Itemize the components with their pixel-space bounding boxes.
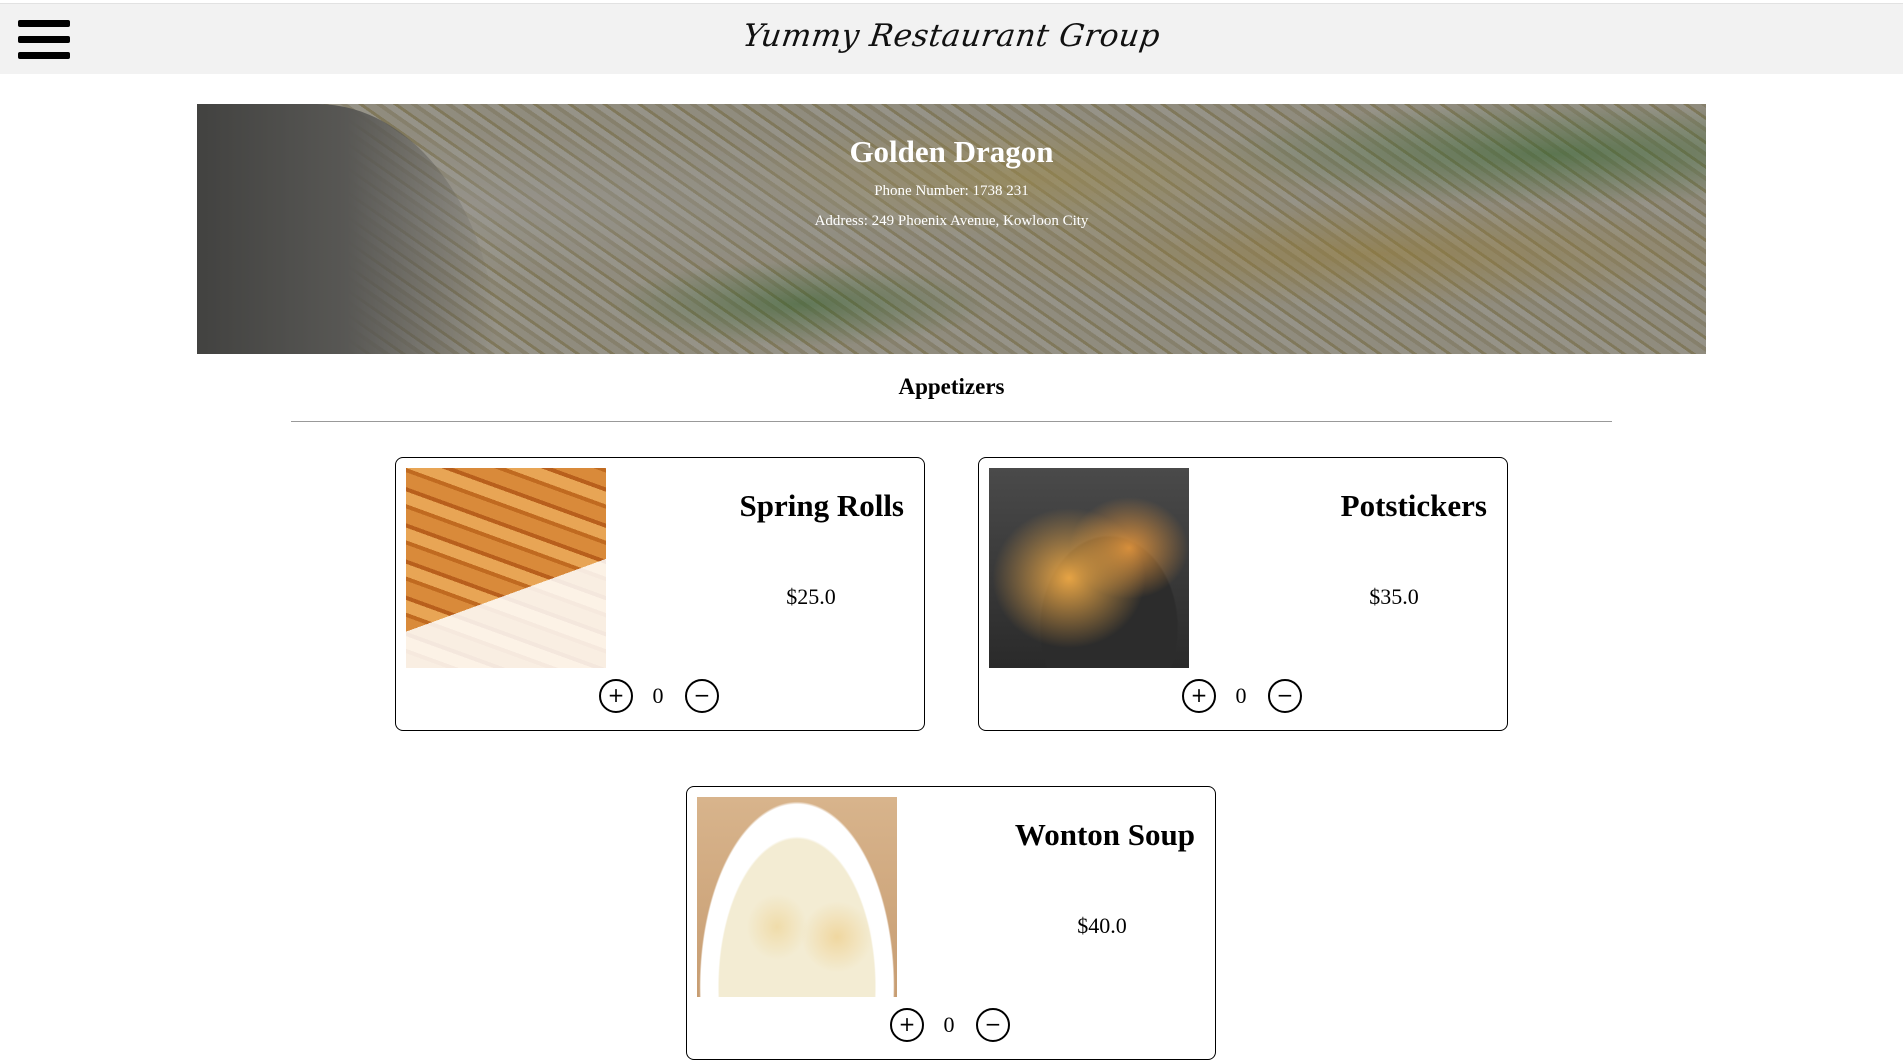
quantity-stepper: + 0 − [890,1008,1010,1042]
restaurant-address: Address: 249 Phoenix Avenue, Kowloon Cit… [814,213,1089,229]
section-divider [291,421,1612,422]
quantity-value: 0 [1235,683,1247,708]
menu-item-photo [989,468,1189,668]
plus-circle-icon[interactable]: + [1182,679,1216,713]
quantity-value: 0 [943,1012,955,1037]
menu-item-card: Wonton Soup $40.0 + 0 − [686,786,1216,1060]
quantity-stepper: + 0 − [1182,679,1302,713]
menu-item-name: Potstickers [1340,488,1487,523]
restaurant-name: Golden Dragon [849,134,1054,169]
minus-circle-icon[interactable]: − [1268,679,1302,713]
menu-item-photo [406,468,606,668]
banner-content: Golden Dragon Phone Number: 1738 231 Add… [197,134,1706,230]
menu-item-name: Wonton Soup [1014,817,1195,852]
menu-item-photo [697,797,897,997]
minus-circle-icon[interactable]: − [685,679,719,713]
plus-circle-icon[interactable]: + [599,679,633,713]
restaurant-banner: Golden Dragon Phone Number: 1738 231 Add… [197,104,1706,354]
section-title: Appetizers [898,374,1005,399]
menu-item-name: Spring Rolls [739,488,904,523]
quantity-value: 0 [652,683,664,708]
menu-item-price: $40.0 [1077,913,1127,938]
restaurant-phone: Phone Number: 1738 231 [874,183,1029,199]
plus-circle-icon[interactable]: + [890,1008,924,1042]
top-bar: Yummy Restaurant Group [0,3,1903,74]
menu-item-card: Potstickers $35.0 + 0 − [978,457,1508,731]
menu-item-card: Spring Rolls $25.0 + 0 − [395,457,925,731]
quantity-stepper: + 0 − [599,679,719,713]
site-title: Yummy Restaurant Group [740,18,1163,54]
minus-circle-icon[interactable]: − [976,1008,1010,1042]
menu-item-price: $25.0 [786,584,836,609]
menu-item-price: $35.0 [1369,584,1419,609]
